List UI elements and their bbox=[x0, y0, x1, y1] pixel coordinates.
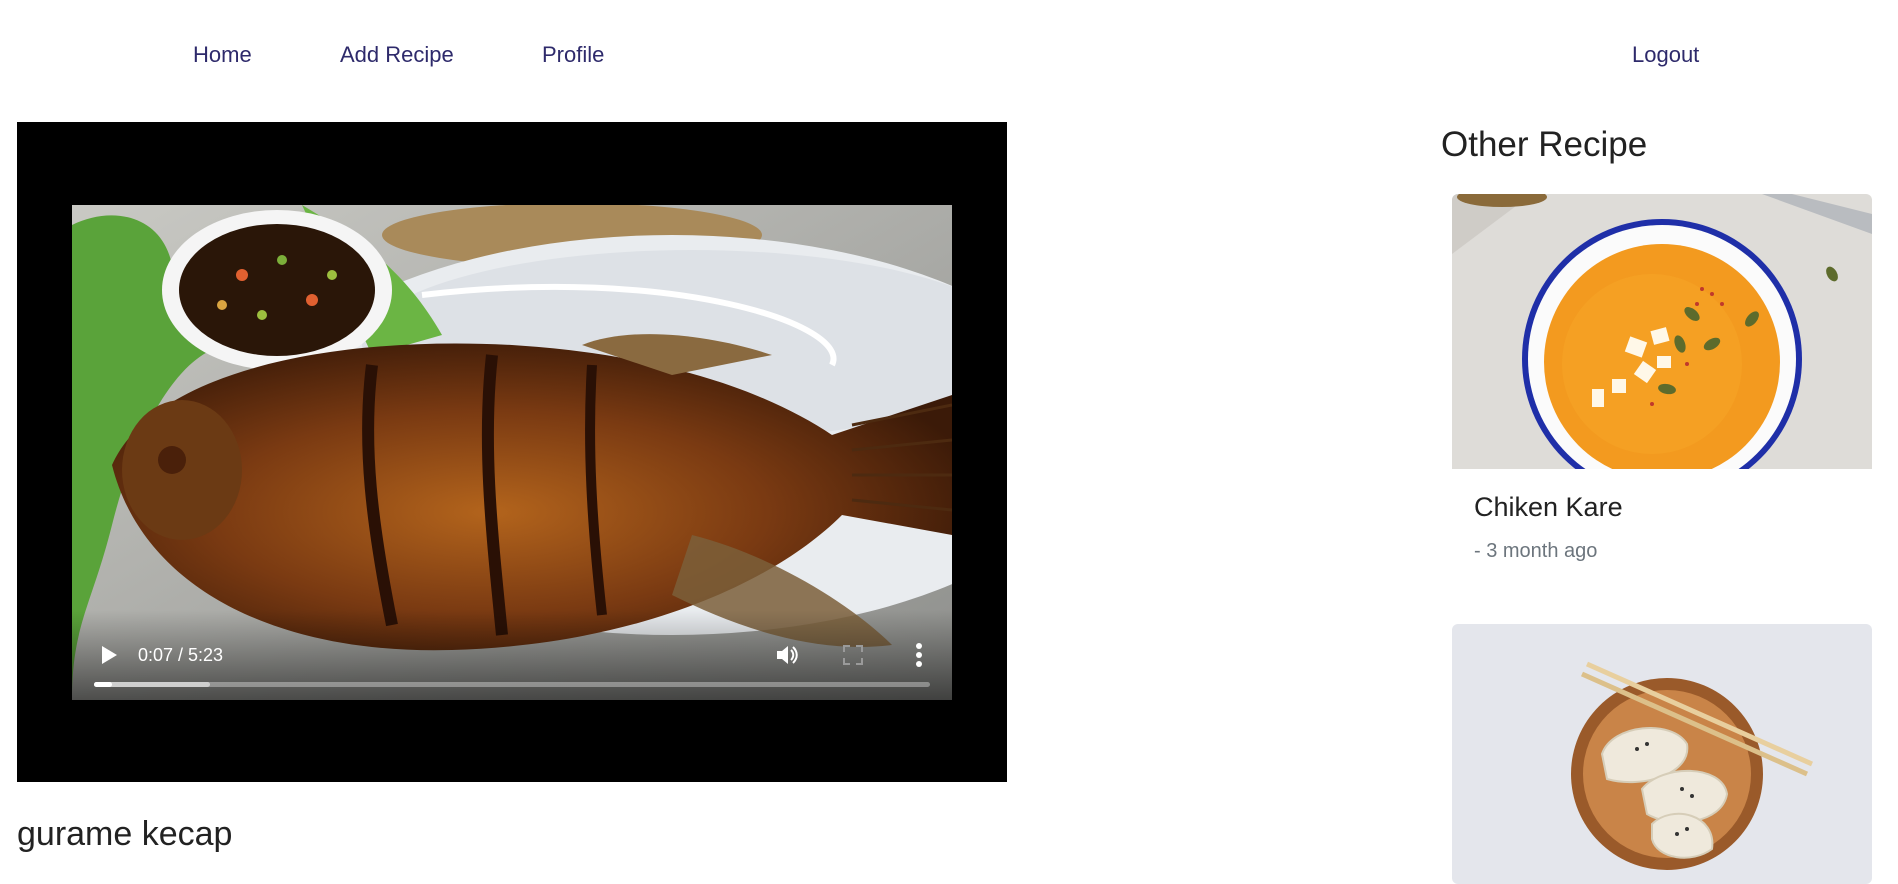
more-options-icon[interactable] bbox=[915, 642, 923, 668]
video-played-fill bbox=[94, 682, 113, 687]
nav-link-add-recipe[interactable]: Add Recipe bbox=[340, 42, 454, 68]
video-progress-bar[interactable] bbox=[94, 682, 930, 687]
other-recipe-heading: Other Recipe bbox=[1441, 125, 1648, 164]
recipe-card[interactable] bbox=[1452, 624, 1872, 884]
recipe-title: gurame kecap bbox=[17, 815, 233, 853]
nav-link-logout[interactable]: Logout bbox=[1632, 42, 1699, 68]
video-time-display: 0:07 / 5:23 bbox=[138, 645, 224, 665]
volume-icon[interactable] bbox=[774, 642, 800, 668]
video-player[interactable]: 0:07 / 5:23 bbox=[17, 122, 1007, 782]
video-controls-bar: 0:07 / 5:23 bbox=[72, 610, 952, 700]
recipe-card[interactable]: Chiken Kare - 3 month ago bbox=[1452, 194, 1872, 594]
video-frame[interactable]: 0:07 / 5:23 bbox=[72, 205, 952, 700]
nav-link-home[interactable]: Home bbox=[193, 42, 252, 68]
recipe-card-name[interactable]: Chiken Kare bbox=[1474, 492, 1623, 523]
recipe-card-image bbox=[1452, 624, 1872, 884]
fullscreen-icon[interactable] bbox=[843, 645, 863, 665]
nav-link-profile[interactable]: Profile bbox=[542, 42, 604, 68]
recipe-card-image bbox=[1452, 194, 1872, 469]
recipe-card-time: - 3 month ago bbox=[1474, 540, 1598, 562]
play-icon[interactable] bbox=[99, 644, 119, 666]
top-navbar: Home Add Recipe Profile Logout bbox=[0, 0, 1898, 108]
